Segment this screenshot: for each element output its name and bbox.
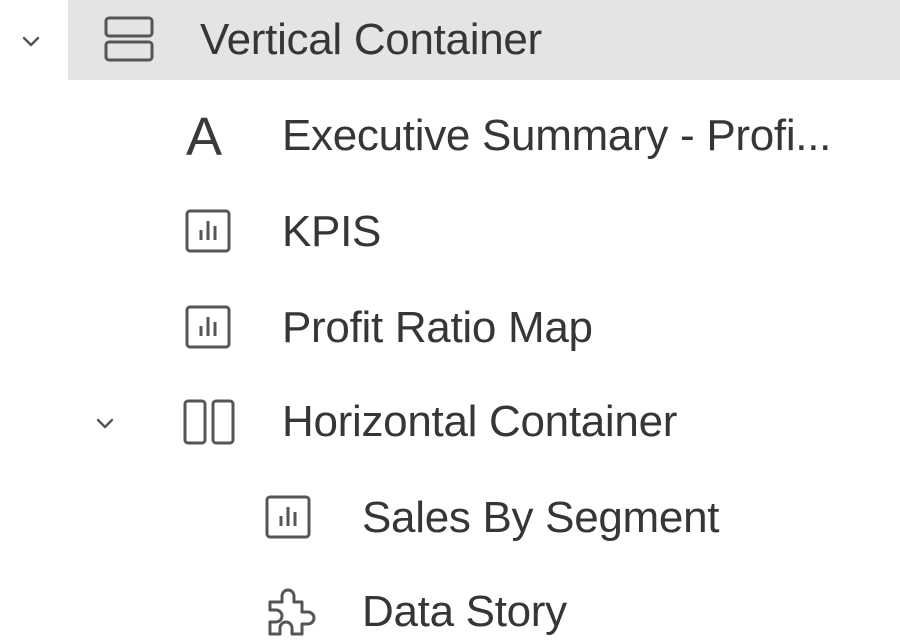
worksheet-icon xyxy=(265,495,311,539)
tree-item-vertical-container[interactable]: Vertical Container xyxy=(0,0,900,82)
tree-item-horizontal-container[interactable]: Horizontal Container xyxy=(0,378,900,464)
chevron-down-icon[interactable] xyxy=(94,412,116,434)
extension-puzzle-icon xyxy=(268,588,316,636)
tree-item-label: KPIS xyxy=(282,207,382,256)
chevron-down-icon[interactable] xyxy=(20,30,42,52)
tree-item-executive-summary[interactable]: A Executive Summary - Profi... xyxy=(0,92,900,178)
horizontal-container-icon xyxy=(183,399,235,445)
worksheet-icon xyxy=(185,209,231,253)
tree-item-sales-by-segment[interactable]: Sales By Segment xyxy=(0,474,900,560)
tree-item-label: Profit Ratio Map xyxy=(282,303,593,352)
text-object-icon: A xyxy=(186,107,223,167)
tree-item-label: Vertical Container xyxy=(200,15,542,64)
tree-item-label: Sales By Segment xyxy=(362,493,720,542)
tree-item-label: Executive Summary - Profi... xyxy=(282,111,832,160)
tree-item-data-story[interactable]: Data Story xyxy=(0,568,900,640)
worksheet-icon xyxy=(185,305,231,349)
tree-item-label: Data Story xyxy=(362,587,567,636)
tree-item-profit-ratio-map[interactable]: Profit Ratio Map xyxy=(0,284,900,370)
tree-item-kpis[interactable]: KPIS xyxy=(0,188,900,274)
tree-item-label: Horizontal Container xyxy=(282,397,678,446)
vertical-container-icon xyxy=(104,16,154,62)
layout-tree: Vertical Container A Executive Summary -… xyxy=(0,0,900,640)
